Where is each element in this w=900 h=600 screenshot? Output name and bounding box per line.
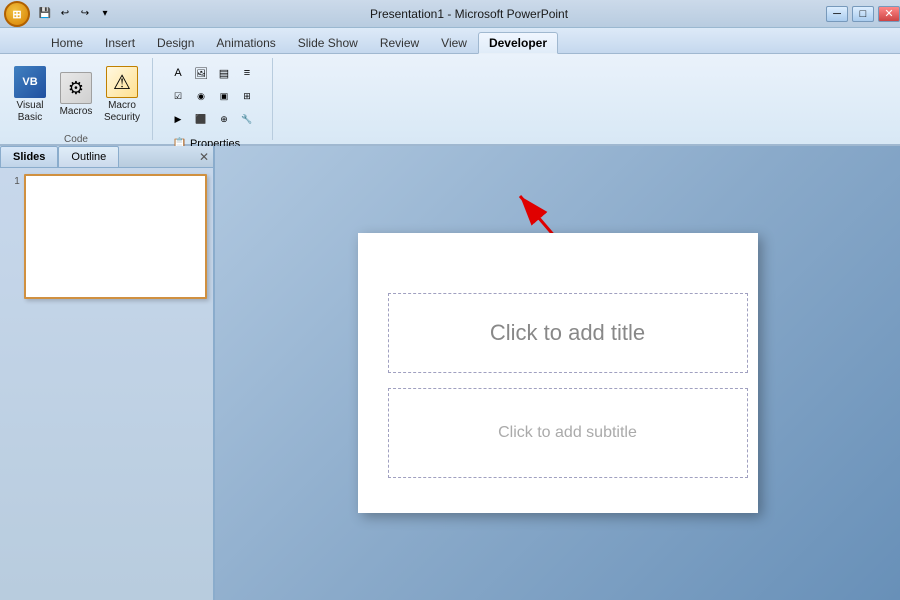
slide-subtitle-text: Click to add subtitle	[498, 424, 637, 442]
slide-thumbnail-1[interactable]: 1	[4, 172, 209, 301]
slide-canvas: Click to add title Click to add subtitle	[358, 233, 758, 513]
ctrl-icon-7[interactable]: ▣	[213, 85, 235, 107]
ribbon-tabs: Home Insert Design Animations Slide Show…	[0, 28, 900, 54]
visual-basic-button[interactable]: VB VisualBasic	[8, 62, 52, 128]
slide-list: 1	[0, 168, 213, 600]
tab-animations[interactable]: Animations	[205, 31, 286, 53]
macros-button[interactable]: ⚙ Macros	[54, 68, 98, 122]
slide-title-placeholder[interactable]: Click to add title	[388, 293, 748, 373]
visual-basic-label: VisualBasic	[16, 100, 43, 124]
minimize-button[interactable]: ─	[826, 6, 848, 22]
ctrl-icon-6[interactable]: ◉	[190, 85, 212, 107]
ribbon-area: Home Insert Design Animations Slide Show…	[0, 28, 900, 146]
ctrl-icon-1[interactable]: A	[167, 62, 189, 84]
qat-undo[interactable]: ↩	[56, 5, 74, 23]
qat-redo[interactable]: ↪	[76, 5, 94, 23]
controls-icon-grid: A 🖼 ▤ ≡ ☑ ◉ ▣ ⊞ ▶ ⬛ ⊕	[167, 62, 258, 130]
ribbon-group-controls: A 🖼 ▤ ≡ ☑ ◉ ▣ ⊞ ▶ ⬛ ⊕	[153, 58, 273, 140]
office-button[interactable]: ⊞	[4, 1, 30, 27]
tab-review[interactable]: Review	[369, 31, 430, 53]
title-bar: ⊞ 💾 ↩ ↪ ▾ Presentation1 - Microsoft Powe…	[0, 0, 900, 28]
main-content: Click to add title Click to add subtitle	[215, 146, 900, 600]
controls-icons-row1: A 🖼 ▤ ≡ ☑ ◉ ▣ ⊞ ▶ ⬛ ⊕	[167, 62, 258, 130]
ctrl-icon-11[interactable]: ⊕	[213, 108, 235, 130]
tab-slides[interactable]: Slides	[0, 146, 58, 167]
tab-home[interactable]: Home	[40, 31, 94, 53]
restore-button[interactable]: □	[852, 6, 874, 22]
macros-icon: ⚙	[60, 72, 92, 104]
macro-security-icon: ⚠	[106, 66, 138, 98]
sidebar-close-button[interactable]: ✕	[199, 146, 213, 167]
code-group-label: Code	[64, 132, 88, 145]
visual-basic-icon: VB	[14, 66, 46, 98]
macro-security-label: MacroSecurity	[104, 100, 140, 124]
tab-design[interactable]: Design	[146, 31, 205, 53]
ctrl-icon-4[interactable]: ≡	[236, 62, 258, 84]
workspace: Slides Outline ✕ 1	[0, 146, 900, 600]
ctrl-icon-9[interactable]: ▶	[167, 108, 189, 130]
slide-preview-1[interactable]	[24, 174, 207, 299]
close-button[interactable]: ✕	[878, 6, 900, 22]
tab-view[interactable]: View	[430, 31, 478, 53]
window-title: Presentation1 - Microsoft PowerPoint	[116, 7, 822, 21]
qat-dropdown[interactable]: ▾	[96, 5, 114, 23]
slide-subtitle-placeholder[interactable]: Click to add subtitle	[388, 388, 748, 478]
sidebar: Slides Outline ✕ 1	[0, 146, 215, 600]
ctrl-icon-5[interactable]: ☑	[167, 85, 189, 107]
tab-developer[interactable]: Developer	[478, 32, 558, 54]
ctrl-icon-2[interactable]: 🖼	[190, 62, 212, 84]
macros-label: Macros	[60, 106, 93, 118]
ctrl-icon-10[interactable]: ⬛	[190, 108, 212, 130]
code-group-buttons: VB VisualBasic ⚙ Macros ⚠	[8, 58, 144, 132]
ctrl-icon-3[interactable]: ▤	[213, 62, 235, 84]
tab-insert[interactable]: Insert	[94, 31, 146, 53]
slide-number-1: 1	[6, 174, 20, 187]
ctrl-icon-12[interactable]: 🔧	[236, 108, 258, 130]
slide-title-text: Click to add title	[490, 320, 645, 346]
ribbon-content: VB VisualBasic ⚙ Macros ⚠	[0, 54, 900, 146]
app: ⊞ 💾 ↩ ↪ ▾ Presentation1 - Microsoft Powe…	[0, 0, 900, 600]
ribbon-group-code: VB VisualBasic ⚙ Macros ⚠	[0, 58, 153, 140]
tab-slideshow[interactable]: Slide Show	[287, 31, 369, 53]
ctrl-icon-8[interactable]: ⊞	[236, 85, 258, 107]
qat-save[interactable]: 💾	[36, 5, 54, 23]
macro-security-button[interactable]: ⚠ MacroSecurity	[100, 62, 144, 128]
tab-outline[interactable]: Outline	[58, 146, 119, 167]
sidebar-tabs-bar: Slides Outline ✕	[0, 146, 213, 168]
